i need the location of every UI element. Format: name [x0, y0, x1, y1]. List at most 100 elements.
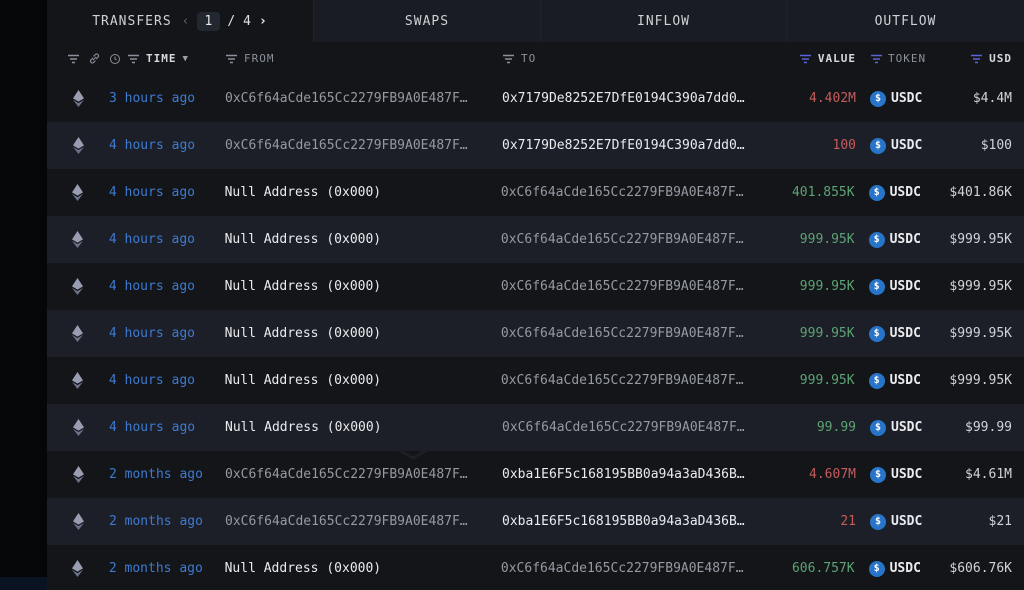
time-link[interactable]: 4 hours ago: [109, 373, 195, 388]
column-header-to[interactable]: TO: [521, 52, 536, 65]
clock-icon[interactable]: [109, 53, 121, 65]
from-address[interactable]: Null Address (0x000): [225, 420, 382, 435]
tab-transfers-label: TRANSFERS: [92, 14, 171, 29]
from-address[interactable]: Null Address (0x000): [225, 373, 382, 388]
from-address[interactable]: 0xC6f64aCde165Cc2279FB9A0E487F…: [225, 467, 468, 482]
table-row[interactable]: 4 hours ago Null Address (0x000) 0xC6f64…: [47, 404, 1024, 451]
usd-amount: $21: [989, 514, 1012, 529]
from-address[interactable]: Null Address (0x000): [225, 232, 382, 247]
table-row[interactable]: 4 hours ago Null Address (0x000) 0xC6f64…: [47, 169, 1024, 216]
to-address[interactable]: 0x7179De8252E7DfE0194C390a7dd0…: [502, 138, 745, 153]
table-row[interactable]: 2 months ago Null Address (0x000) 0xC6f6…: [47, 545, 1024, 590]
usdc-token-icon: $: [870, 420, 886, 436]
value-amount: 999.95K: [800, 373, 855, 388]
to-address[interactable]: 0xC6f64aCde165Cc2279FB9A0E487F…: [501, 373, 744, 388]
pagination: ‹ 1 / 4 ›: [182, 12, 268, 31]
from-address[interactable]: 0xC6f64aCde165Cc2279FB9A0E487F…: [225, 514, 468, 529]
value-amount: 999.95K: [800, 232, 855, 247]
from-address[interactable]: Null Address (0x000): [225, 279, 382, 294]
usdc-token-icon: $: [869, 279, 885, 295]
column-header-usd[interactable]: USD: [989, 52, 1012, 65]
time-link[interactable]: 3 hours ago: [109, 91, 195, 106]
page-prev-button[interactable]: ‹: [182, 14, 191, 29]
table-row[interactable]: 4 hours ago 0xC6f64aCde165Cc2279FB9A0E48…: [47, 122, 1024, 169]
filter-icon[interactable]: [870, 54, 883, 64]
chevron-down-icon[interactable]: ▼: [183, 54, 188, 64]
table-row[interactable]: 3 hours ago 0xC6f64aCde165Cc2279FB9A0E48…: [47, 75, 1024, 122]
to-address[interactable]: 0xC6f64aCde165Cc2279FB9A0E487F…: [501, 326, 744, 341]
page-next-button[interactable]: ›: [259, 14, 268, 29]
usdc-token-icon: $: [869, 373, 885, 389]
usd-amount: $606.76K: [949, 561, 1012, 576]
table-row[interactable]: 4 hours ago Null Address (0x000) 0xC6f64…: [47, 357, 1024, 404]
token-symbol: USDC: [891, 514, 922, 529]
token-symbol: USDC: [891, 91, 922, 106]
to-address[interactable]: 0xC6f64aCde165Cc2279FB9A0E487F…: [501, 185, 744, 200]
usd-amount: $999.95K: [949, 373, 1012, 388]
column-header-from[interactable]: FROM: [244, 52, 275, 65]
usd-amount: $401.86K: [949, 185, 1012, 200]
ethereum-icon: [72, 231, 83, 248]
tab-outflow[interactable]: OUTFLOW: [786, 0, 1024, 42]
value-amount: 21: [840, 514, 856, 529]
filter-icon[interactable]: [502, 54, 515, 64]
page-current[interactable]: 1: [197, 12, 220, 31]
usdc-token-icon: $: [869, 185, 885, 201]
usdc-token-icon: $: [869, 326, 885, 342]
to-address[interactable]: 0xC6f64aCde165Cc2279FB9A0E487F…: [501, 232, 744, 247]
to-address[interactable]: 0xC6f64aCde165Cc2279FB9A0E487F…: [501, 561, 744, 576]
filter-icon[interactable]: [127, 54, 140, 64]
column-header-token[interactable]: TOKEN: [888, 52, 926, 65]
time-link[interactable]: 2 months ago: [109, 561, 203, 576]
column-header-value[interactable]: VALUE: [818, 52, 856, 65]
time-link[interactable]: 4 hours ago: [109, 279, 195, 294]
time-link[interactable]: 4 hours ago: [109, 326, 195, 341]
to-address[interactable]: 0x7179De8252E7DfE0194C390a7dd0…: [502, 91, 745, 106]
to-address[interactable]: 0xC6f64aCde165Cc2279FB9A0E487F…: [502, 420, 745, 435]
table-row[interactable]: 4 hours ago Null Address (0x000) 0xC6f64…: [47, 310, 1024, 357]
to-address[interactable]: 0xC6f64aCde165Cc2279FB9A0E487F…: [501, 279, 744, 294]
table-row[interactable]: 2 months ago 0xC6f64aCde165Cc2279FB9A0E4…: [47, 498, 1024, 545]
left-rail-footer: [0, 577, 47, 590]
from-address[interactable]: Null Address (0x000): [225, 185, 382, 200]
link-icon[interactable]: [88, 52, 101, 65]
tab-transfers[interactable]: TRANSFERS ‹ 1 / 4 ›: [47, 0, 313, 42]
time-link[interactable]: 4 hours ago: [109, 138, 195, 153]
usd-amount: $99.99: [965, 420, 1012, 435]
table-row[interactable]: 4 hours ago Null Address (0x000) 0xC6f64…: [47, 263, 1024, 310]
time-link[interactable]: 4 hours ago: [109, 185, 195, 200]
from-address[interactable]: 0xC6f64aCde165Cc2279FB9A0E487F…: [225, 138, 468, 153]
token-symbol: USDC: [891, 467, 922, 482]
time-link[interactable]: 4 hours ago: [109, 232, 195, 247]
to-address[interactable]: 0xba1E6F5c168195BB0a94a3aD436B…: [502, 514, 745, 529]
token-symbol: USDC: [890, 232, 921, 247]
transfers-panel: TRANSFERS ‹ 1 / 4 › SWAPS INFLOW OUTFLOW: [47, 0, 1024, 590]
tab-outflow-label: OUTFLOW: [875, 14, 937, 29]
from-address[interactable]: 0xC6f64aCde165Cc2279FB9A0E487F…: [225, 91, 468, 106]
column-header-time[interactable]: TIME: [146, 52, 177, 65]
usd-amount: $4.4M: [973, 91, 1012, 106]
filter-icon[interactable]: [67, 54, 80, 64]
from-address[interactable]: Null Address (0x000): [225, 326, 382, 341]
value-amount: 606.757K: [792, 561, 855, 576]
usdc-token-icon: $: [869, 561, 885, 577]
filter-icon[interactable]: [970, 54, 983, 64]
ethereum-icon: [73, 466, 84, 483]
table-row[interactable]: 4 hours ago Null Address (0x000) 0xC6f64…: [47, 216, 1024, 263]
value-amount: 99.99: [817, 420, 856, 435]
usd-amount: $999.95K: [949, 279, 1012, 294]
time-link[interactable]: 4 hours ago: [109, 420, 195, 435]
usdc-token-icon: $: [870, 467, 886, 483]
tab-swaps-label: SWAPS: [405, 14, 449, 29]
from-address[interactable]: Null Address (0x000): [225, 561, 382, 576]
time-link[interactable]: 2 months ago: [109, 514, 203, 529]
page-separator: /: [227, 14, 236, 29]
time-link[interactable]: 2 months ago: [109, 467, 203, 482]
filter-icon[interactable]: [225, 54, 238, 64]
table-row[interactable]: 2 months ago 0xC6f64aCde165Cc2279FB9A0E4…: [47, 451, 1024, 498]
tab-inflow-label: INFLOW: [637, 14, 690, 29]
to-address[interactable]: 0xba1E6F5c168195BB0a94a3aD436B…: [502, 467, 745, 482]
tab-inflow[interactable]: INFLOW: [540, 0, 786, 42]
filter-icon[interactable]: [799, 54, 812, 64]
tab-swaps[interactable]: SWAPS: [313, 0, 540, 42]
